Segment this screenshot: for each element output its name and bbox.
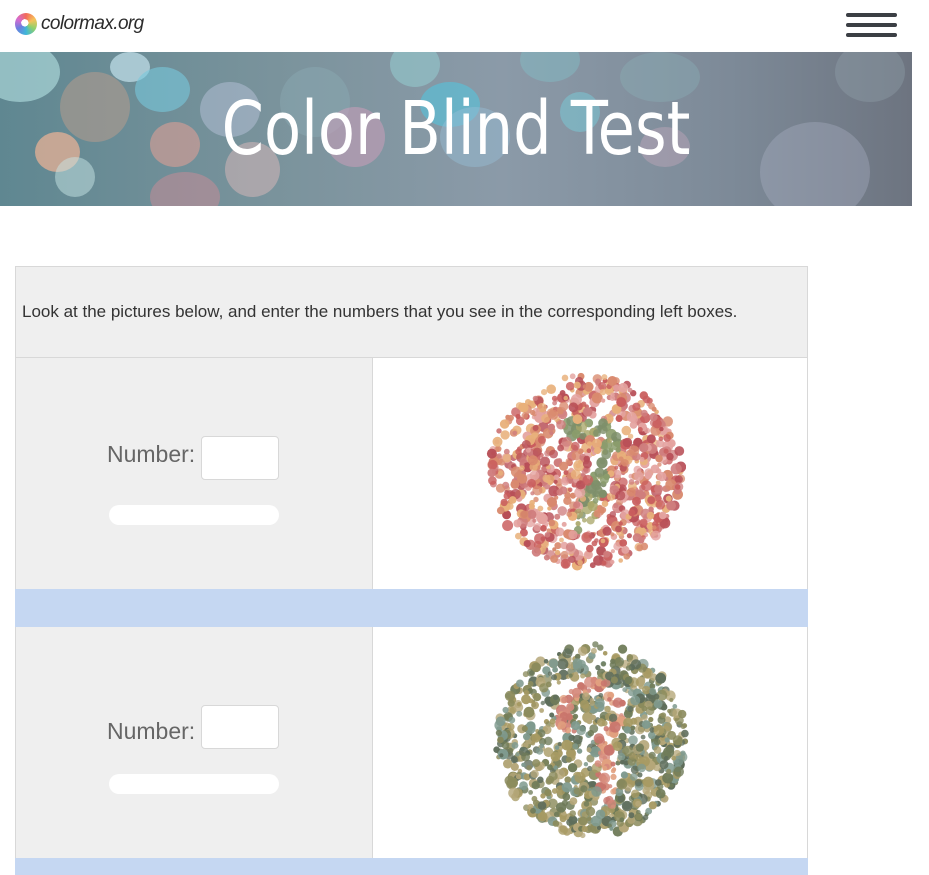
number-label: Number:	[107, 718, 196, 744]
color-wheel-icon	[15, 13, 37, 35]
hamburger-menu-icon[interactable]	[846, 13, 897, 39]
result-indicator	[109, 774, 279, 794]
bokeh-decoration	[0, 52, 60, 102]
bokeh-decoration	[520, 52, 580, 82]
top-navigation-bar: colormax.org	[0, 0, 912, 52]
logo-text: colormax.org	[41, 13, 144, 34]
ishihara-plate-image	[493, 641, 689, 839]
test-plate-row: Number:	[15, 358, 808, 589]
site-logo[interactable]: colormax.org	[15, 13, 144, 35]
answer-cell: Number:	[16, 358, 373, 589]
row-separator	[15, 858, 808, 875]
ishihara-plate-image	[486, 372, 686, 571]
number-input[interactable]	[201, 436, 279, 480]
bokeh-decoration	[390, 52, 440, 87]
answer-cell: Number:	[16, 627, 373, 858]
row-separator	[15, 589, 808, 627]
plate-cell	[373, 627, 807, 858]
number-label: Number:	[107, 441, 196, 467]
number-input[interactable]	[201, 705, 279, 749]
hero-banner: Color Blind Test	[0, 52, 912, 206]
page: colormax.org Color Blind Test Look at th…	[0, 0, 912, 875]
color-test-quiz: Look at the pictures below, and enter th…	[15, 266, 808, 875]
result-indicator	[109, 505, 279, 525]
bokeh-decoration	[150, 172, 220, 206]
plate-cell	[373, 358, 807, 589]
test-plate-row: Number:	[15, 627, 808, 858]
page-title: Color Blind Test	[221, 86, 691, 172]
bokeh-decoration	[835, 52, 905, 102]
instructions-text: Look at the pictures below, and enter th…	[15, 266, 808, 358]
